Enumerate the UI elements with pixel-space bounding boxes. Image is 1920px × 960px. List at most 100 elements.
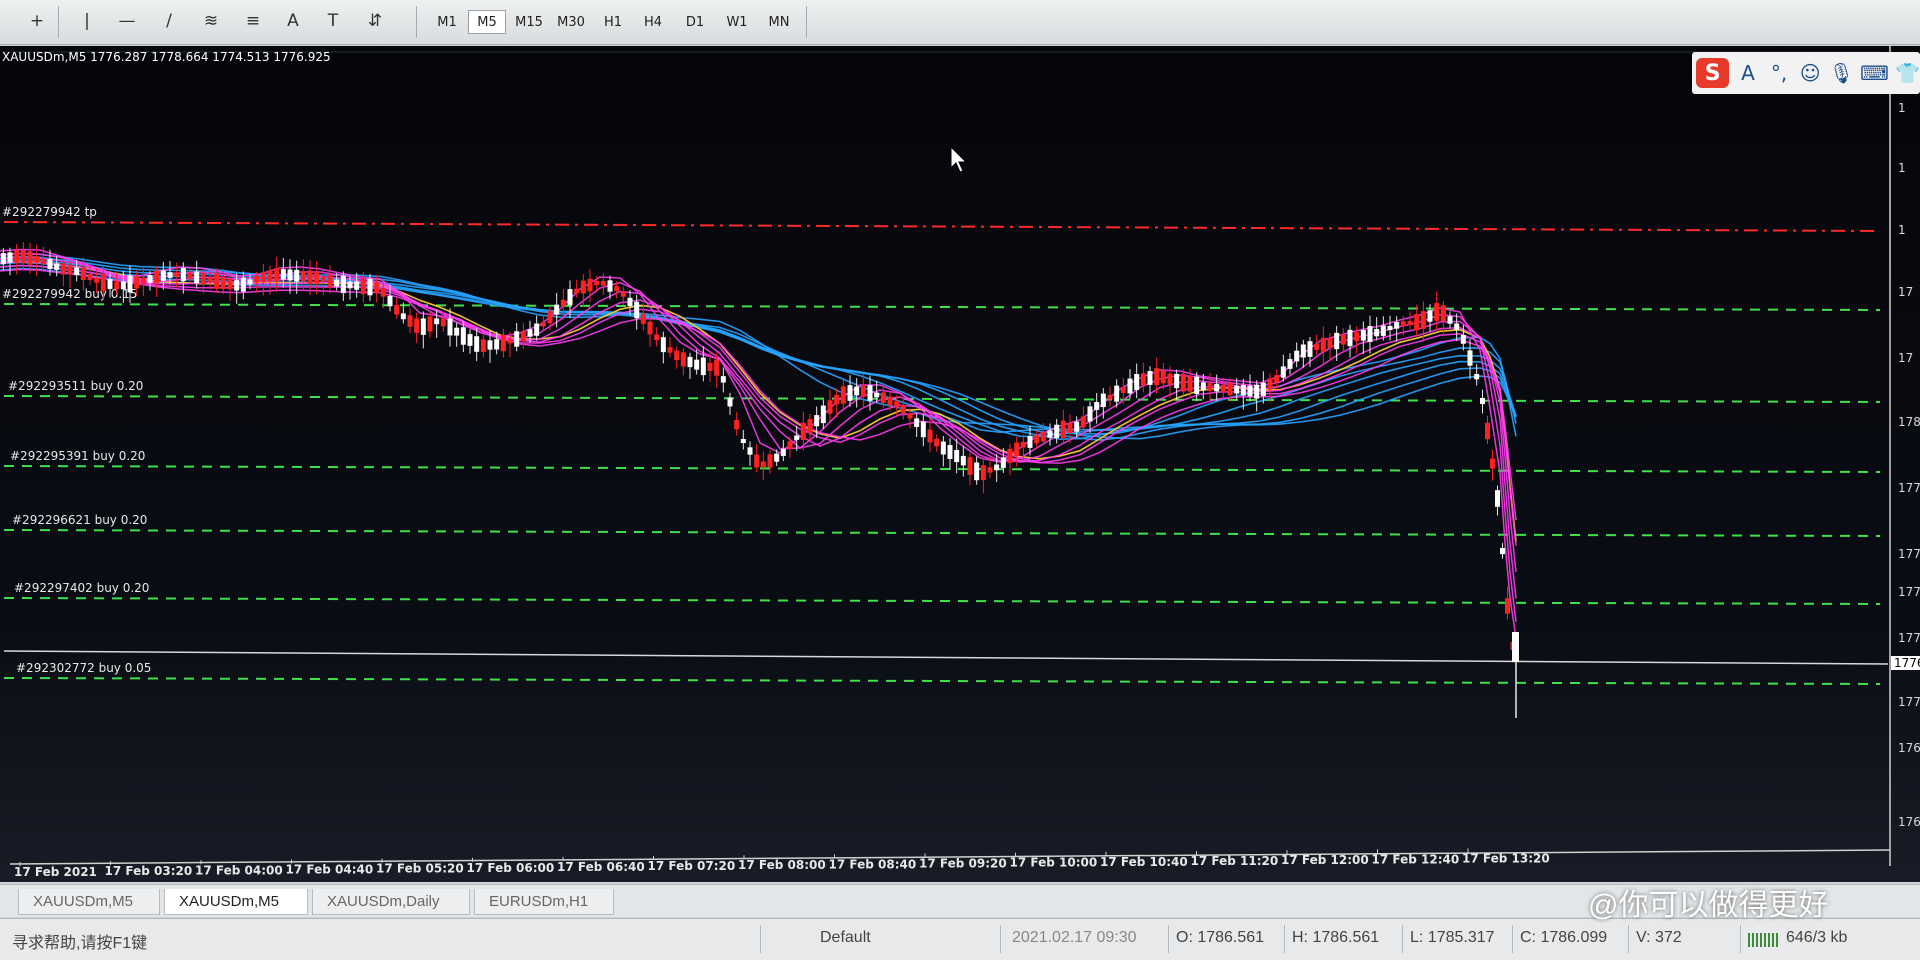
- candle-body: [20, 250, 26, 264]
- candle-body: [1014, 442, 1020, 457]
- candle-body: [400, 313, 406, 320]
- candle-body: [1247, 385, 1253, 397]
- price-tick-label: 1: [1898, 101, 1906, 115]
- candle-body: [1207, 383, 1213, 391]
- timeframe-w1-button[interactable]: W1: [718, 10, 756, 34]
- candle-body: [947, 445, 953, 459]
- channel-icon[interactable]: ≋: [196, 6, 226, 36]
- order-line-buy: [3, 597, 1881, 605]
- candle-body: [80, 267, 86, 280]
- ime-toolbar[interactable]: S A °, ☺ 🎙 ⌨ 👕: [1692, 52, 1920, 94]
- price-tick-label: 1777: [1898, 547, 1920, 561]
- candle-body: [1200, 382, 1206, 391]
- candle-body: [334, 279, 340, 287]
- time-tick-label: 17 Feb 07:20: [648, 859, 736, 873]
- price-tick-label: 1771.: [1898, 695, 1920, 709]
- candle-body: [867, 385, 873, 401]
- status-datetime: 2021.02.17 09:30: [1012, 929, 1137, 946]
- candle-body: [1040, 431, 1046, 442]
- punctuation-icon[interactable]: °,: [1767, 58, 1792, 88]
- chart-tab[interactable]: EURUSDm,H1: [474, 889, 614, 915]
- chart-tab[interactable]: XAUUSDm,Daily: [312, 889, 470, 915]
- candle-body: [727, 397, 733, 407]
- candle-body: [1060, 420, 1066, 439]
- candle-body: [354, 281, 360, 290]
- candle-body: [854, 386, 860, 396]
- candle-body: [1394, 322, 1400, 329]
- candle-body: [534, 323, 540, 336]
- candle-body: [507, 338, 513, 344]
- candle-body: [774, 453, 780, 462]
- candle-body: [40, 258, 46, 265]
- chart-tab[interactable]: XAUUSDm,M5: [18, 889, 160, 915]
- candle-body: [1340, 334, 1346, 345]
- fibonacci-icon[interactable]: ≡: [238, 6, 268, 36]
- candle-body: [814, 415, 820, 427]
- timeframe-m30-button[interactable]: M30: [552, 10, 590, 34]
- candle-body: [1087, 406, 1093, 422]
- arrows-icon[interactable]: ⇵: [360, 6, 390, 36]
- candle-body: [700, 357, 706, 376]
- candle-body: [1485, 422, 1490, 440]
- time-tick-label: 17 Feb 2021: [14, 865, 97, 879]
- timeframe-m1-button[interactable]: M1: [428, 10, 466, 34]
- candle-body: [887, 396, 893, 406]
- candle-body: [1034, 435, 1040, 444]
- order-line-label: #292279942 tp: [2, 205, 97, 219]
- candle-body: [314, 272, 320, 284]
- emoji-icon[interactable]: ☺: [1798, 58, 1823, 88]
- sogou-logo-icon[interactable]: S: [1696, 58, 1730, 88]
- keyboard-icon[interactable]: ⌨: [1860, 58, 1889, 88]
- candle-body: [1512, 632, 1519, 662]
- candle-body: [247, 279, 253, 285]
- candle-body: [434, 318, 440, 325]
- timeframe-mn-button[interactable]: MN: [760, 10, 798, 34]
- candle-body: [1400, 321, 1406, 327]
- ime-mode-icon[interactable]: A: [1735, 58, 1760, 88]
- candle-body: [0, 253, 6, 264]
- skin-icon[interactable]: 👕: [1895, 58, 1920, 88]
- chart-tab[interactable]: XAUUSDm,M5: [164, 889, 308, 915]
- candle-body: [560, 299, 566, 307]
- timeframe-m15-button[interactable]: M15: [510, 10, 548, 34]
- candle-body: [1314, 344, 1320, 350]
- candle-body: [694, 359, 700, 370]
- candle-body: [134, 276, 140, 289]
- candle-body: [587, 278, 593, 292]
- candle-body: [874, 392, 880, 398]
- trendline-icon[interactable]: /: [154, 6, 184, 36]
- price-tick-label: 17: [1898, 285, 1913, 299]
- timeframe-m5-button[interactable]: M5: [468, 10, 506, 34]
- status-low: L: 1785.317: [1410, 929, 1495, 946]
- candle-body: [60, 262, 66, 275]
- time-tick-label: 17 Feb 12:40: [1372, 852, 1460, 866]
- traffic-meter-icon: [1748, 933, 1778, 947]
- timeframe-h1-button[interactable]: H1: [594, 10, 632, 34]
- candle-body: [100, 273, 106, 292]
- vertical-line-icon[interactable]: |: [72, 6, 102, 36]
- text-label-icon[interactable]: T: [318, 6, 348, 36]
- timeframe-d1-button[interactable]: D1: [676, 10, 714, 34]
- candle-body: [1187, 376, 1193, 392]
- time-tick-label: 17 Feb 13:20: [1462, 851, 1550, 865]
- microphone-icon[interactable]: 🎙: [1829, 58, 1854, 88]
- candle-body: [754, 454, 760, 468]
- status-high: H: 1786.561: [1292, 929, 1380, 946]
- candle-body: [1274, 375, 1280, 383]
- text-icon[interactable]: A: [278, 6, 308, 36]
- candle-body: [1174, 373, 1180, 389]
- candle-body: [360, 278, 366, 295]
- price-tick-label: 17: [1898, 351, 1913, 365]
- candle-body: [480, 339, 486, 352]
- horizontal-line-icon[interactable]: —: [112, 6, 142, 36]
- candle-body: [1407, 320, 1413, 326]
- candle-body: [720, 376, 726, 383]
- candle-body: [280, 269, 286, 280]
- timeframe-h4-button[interactable]: H4: [634, 10, 672, 34]
- candle-body: [1420, 311, 1426, 329]
- candle-body: [827, 400, 833, 414]
- candle-body: [1020, 441, 1026, 448]
- candle-body: [1490, 458, 1495, 469]
- crosshair-icon[interactable]: +: [22, 6, 52, 36]
- candle-body: [880, 392, 886, 403]
